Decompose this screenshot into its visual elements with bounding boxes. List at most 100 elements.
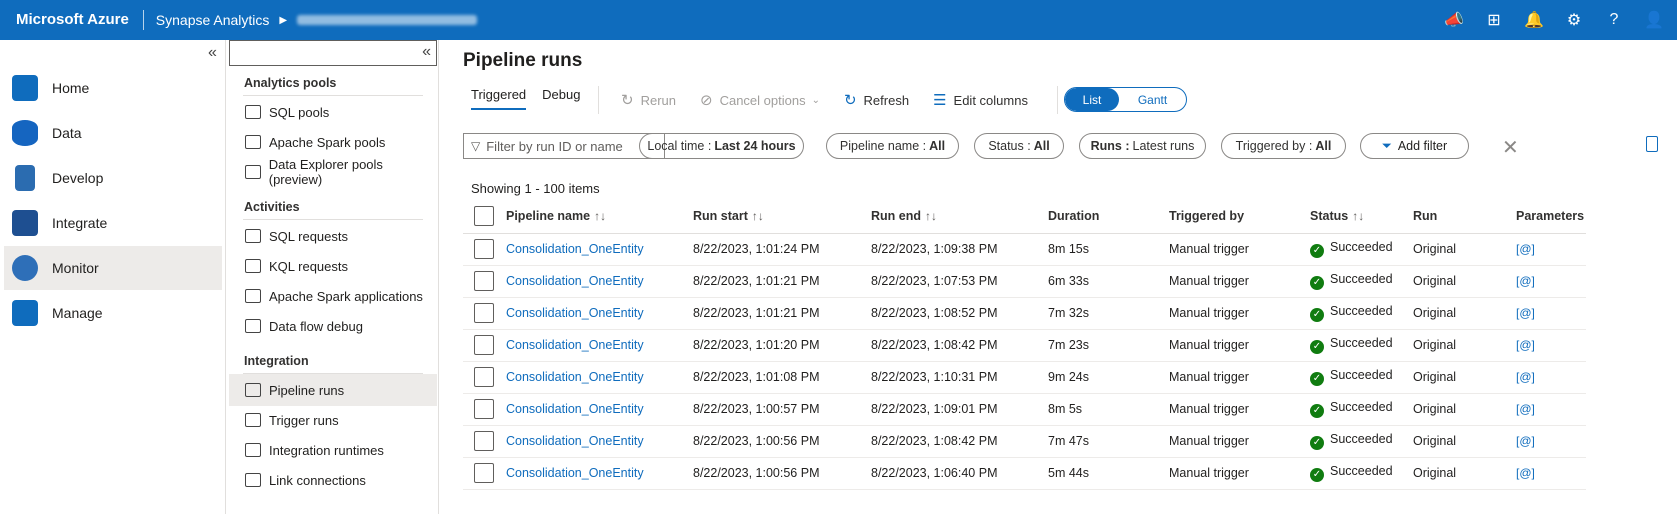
parameters-icon[interactable]: [@] (1516, 274, 1535, 288)
parameters-icon[interactable]: [@] (1516, 370, 1535, 384)
nav-develop[interactable]: Develop (4, 156, 222, 200)
table-row[interactable]: Consolidation_OneEntity 8/22/2023, 1:01:2… (463, 297, 1586, 330)
pipeline-name-link[interactable]: Consolidation_OneEntity (506, 370, 644, 384)
triggered-by-filter-pill[interactable]: Triggered by : All (1221, 133, 1346, 159)
table-row[interactable]: Consolidation_OneEntity 8/22/2023, 1:01:2… (463, 329, 1586, 362)
row-checkbox[interactable] (474, 303, 494, 323)
nav-manage[interactable]: Manage (4, 291, 222, 335)
tab-debug[interactable]: Debug (542, 87, 580, 110)
help-icon[interactable]: ? (1605, 11, 1623, 29)
col-run-end[interactable]: Run end ↑↓ (871, 199, 1048, 234)
add-filter-button[interactable]: ⏷ Add filter (1360, 133, 1469, 159)
nav-monitor[interactable]: Monitor (4, 246, 222, 290)
divider (1057, 86, 1058, 114)
collapse-subnav-icon[interactable]: « (422, 43, 431, 61)
clear-filters-icon[interactable]: ✕ (1502, 135, 1519, 160)
row-checkbox[interactable] (474, 399, 494, 419)
rerun-button[interactable]: ↻ Rerun (621, 91, 676, 109)
col-triggered-by[interactable]: Triggered by (1169, 199, 1310, 234)
row-checkbox[interactable] (474, 271, 494, 291)
select-all-checkbox[interactable] (474, 205, 494, 226)
table-row[interactable]: Consolidation_OneEntity 8/22/2023, 1:01:2… (463, 265, 1586, 298)
pipeline-name-link[interactable]: Consolidation_OneEntity (506, 434, 644, 448)
table-row[interactable]: Consolidation_OneEntity 8/22/2023, 1:00:5… (463, 457, 1586, 490)
row-checkbox[interactable] (474, 335, 494, 355)
status-filter-pill[interactable]: Status : All (974, 133, 1064, 159)
row-checkbox[interactable] (474, 367, 494, 387)
subnav-item-trigger-runs[interactable]: Trigger runs (229, 404, 437, 436)
nav-label: Integrate (52, 215, 108, 231)
filter-input[interactable]: ▽ Filter by run ID or name (463, 133, 665, 159)
table-row[interactable]: Consolidation_OneEntity 8/22/2023, 1:00:5… (463, 425, 1586, 458)
sort-icon[interactable]: ↑↓ (925, 209, 937, 223)
parameters-icon[interactable]: [@] (1516, 242, 1535, 256)
notifications-icon[interactable]: 🔔 (1524, 11, 1544, 29)
gantt-view-button[interactable]: Gantt (1119, 88, 1186, 111)
parameters-icon[interactable]: [@] (1516, 402, 1535, 416)
col-pipeline-name[interactable]: Pipeline name ↑↓ (506, 199, 693, 234)
sort-icon[interactable]: ↑↓ (752, 209, 764, 223)
subnav-item-sql-requests[interactable]: SQL requests (229, 220, 437, 252)
pipeline-name-link[interactable]: Consolidation_OneEntity (506, 338, 644, 352)
table-row[interactable]: Consolidation_OneEntity 8/22/2023, 1:01:2… (463, 233, 1586, 266)
duration-cell: 7m 32s (1048, 297, 1169, 330)
row-checkbox[interactable] (474, 463, 494, 483)
pipeline-name-link[interactable]: Consolidation_OneEntity (506, 274, 644, 288)
subnav-item-link-connections[interactable]: Link connections (229, 464, 437, 496)
table-row[interactable]: Consolidation_OneEntity 8/22/2023, 1:00:5… (463, 393, 1586, 426)
monitor-icon (12, 255, 38, 281)
breadcrumb-service[interactable]: Synapse Analytics (156, 12, 270, 28)
directory-icon[interactable]: ⊞ (1485, 11, 1503, 29)
account-icon[interactable]: 👤 (1644, 11, 1664, 29)
subnav-header-box[interactable]: « (229, 40, 437, 66)
workspace-name-redacted[interactable] (297, 15, 478, 25)
settings-icon[interactable]: ⚙ (1565, 11, 1583, 29)
brand-link[interactable]: Microsoft Azure (0, 10, 144, 30)
nav-data[interactable]: Data (4, 111, 222, 155)
parameters-icon[interactable]: [@] (1516, 466, 1535, 480)
sort-icon[interactable]: ↑↓ (1352, 209, 1364, 223)
cancel-options-button[interactable]: ⊘ Cancel options ⌄ (700, 91, 820, 109)
col-run[interactable]: Run (1413, 199, 1516, 234)
duration-cell: 7m 23s (1048, 329, 1169, 362)
refresh-button[interactable]: ↻ Refresh (844, 91, 909, 109)
subnav-item-sql-pools[interactable]: SQL pools (229, 96, 437, 128)
pipeline-name-link[interactable]: Consolidation_OneEntity (506, 306, 644, 320)
collapse-nav-icon[interactable]: « (208, 44, 217, 62)
edit-columns-button[interactable]: ☰ Edit columns (933, 91, 1028, 109)
subnav-item-kql-requests[interactable]: KQL requests (229, 250, 437, 282)
row-checkbox[interactable] (474, 431, 494, 451)
pipeline-name-filter-pill[interactable]: Pipeline name : All (826, 133, 959, 159)
col-duration[interactable]: Duration (1048, 199, 1169, 234)
nav-home[interactable]: Home (4, 66, 222, 110)
runs-filter-pill[interactable]: Runs : Latest runs (1079, 133, 1206, 159)
copy-icon[interactable] (1646, 136, 1658, 152)
subnav-item-spark-pools[interactable]: Apache Spark pools (229, 126, 437, 158)
nav-integrate[interactable]: Integrate (4, 201, 222, 245)
subnav-item-data-explorer-pools[interactable]: Data Explorer pools (preview) (229, 156, 437, 188)
tab-triggered[interactable]: Triggered (471, 87, 527, 110)
feedback-icon[interactable]: 📣 (1444, 11, 1464, 29)
pipeline-name-link[interactable]: Consolidation_OneEntity (506, 242, 644, 256)
sort-icon[interactable]: ↑↓ (594, 209, 606, 223)
parameters-icon[interactable]: [@] (1516, 306, 1535, 320)
list-view-button[interactable]: List (1065, 88, 1119, 111)
col-parameters[interactable]: Parameters (1516, 199, 1586, 234)
duration-cell: 5m 44s (1048, 457, 1169, 490)
time-filter-pill[interactable]: Local time : Last 24 hours (639, 133, 804, 159)
col-status[interactable]: Status ↑↓ (1310, 199, 1413, 234)
pipeline-name-link[interactable]: Consolidation_OneEntity (506, 402, 644, 416)
pipeline-name-link[interactable]: Consolidation_OneEntity (506, 466, 644, 480)
subnav-item-integration-runtimes[interactable]: Integration runtimes (229, 434, 437, 466)
run-end-cell: 8/22/2023, 1:10:31 PM (871, 361, 1048, 394)
subnav-item-data-flow-debug[interactable]: Data flow debug (229, 310, 437, 342)
subnav-item-pipeline-runs[interactable]: Pipeline runs (229, 374, 437, 406)
parameters-icon[interactable]: [@] (1516, 434, 1535, 448)
col-run-start[interactable]: Run start ↑↓ (693, 199, 871, 234)
link-connections-icon (245, 473, 261, 487)
parameters-icon[interactable]: [@] (1516, 338, 1535, 352)
status-text: Succeeded (1330, 368, 1393, 383)
table-row[interactable]: Consolidation_OneEntity 8/22/2023, 1:01:0… (463, 361, 1586, 394)
subnav-item-spark-applications[interactable]: Apache Spark applications (229, 280, 437, 312)
row-checkbox[interactable] (474, 239, 494, 259)
